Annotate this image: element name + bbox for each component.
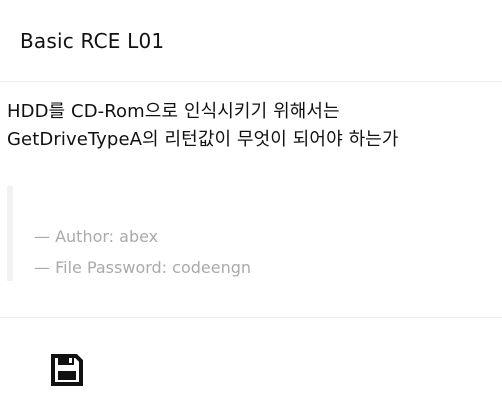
page-header: Basic RCE L01 xyxy=(0,0,502,82)
download-button[interactable] xyxy=(49,352,85,388)
file-password-text: — File Password: codeengn xyxy=(34,258,252,277)
page-title: Basic RCE L01 xyxy=(20,29,165,53)
challenge-question: HDD를 CD-Rom으로 인식시키기 위해서는 GetDriveTypeA의 … xyxy=(7,98,495,154)
author-text: — Author: abex xyxy=(34,227,159,246)
question-line-1: HDD를 CD-Rom으로 인식시키기 위해서는 xyxy=(7,101,340,122)
floppy-disk-icon xyxy=(51,354,83,386)
challenge-info-quote: — Author: abex — File Password: codeengn xyxy=(7,186,307,281)
question-line-2: GetDriveTypeA의 리턴값이 무엇이 되어야 하는가 xyxy=(7,129,399,150)
section-divider xyxy=(0,317,502,318)
challenge-page: Basic RCE L01 HDD를 CD-Rom으로 인식시키기 위해서는 G… xyxy=(0,0,502,419)
